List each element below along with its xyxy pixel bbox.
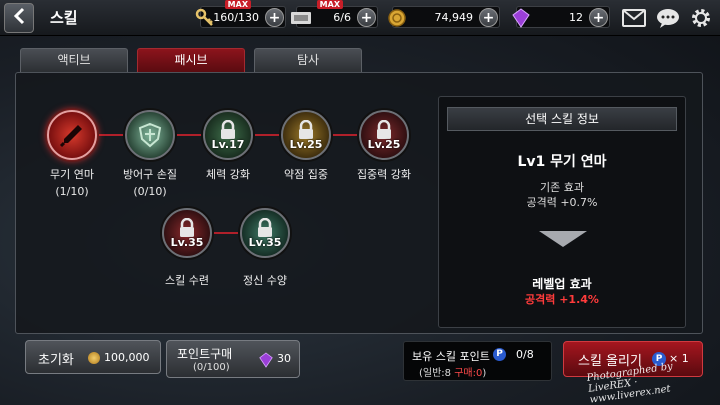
lock-level: Lv.17 [211,137,245,151]
tab-passive-skills[interactable]: 패시브 [137,48,245,72]
ticket-count: 6/6 [333,11,351,24]
current-effect-label: 기존 효과 [540,181,584,194]
sword-icon [59,125,82,148]
skill-icon [125,110,175,160]
key-count: 160/130 [213,11,259,24]
skill-name: 약점 집중 [284,168,328,181]
lock-level: Lv.35 [170,235,204,249]
skill-concentration-boost[interactable]: Lv.25 집중력 강화 [339,110,429,182]
buy-points-button[interactable]: 포인트구매 (0/100) 30 [166,340,300,378]
skill-mental-training[interactable]: Lv.35 정신 수양 [220,208,310,288]
skill-icon: Lv.35 [162,208,212,258]
chevron-left-icon [12,7,26,29]
add-key-button[interactable]: + [265,8,284,27]
lock-icon [180,217,194,237]
max-badge: MAX [224,0,251,9]
skill-level: (0/10) [133,185,167,198]
skill-name: 정신 수양 [243,274,287,287]
skill-name: 무기 연마 [50,168,94,181]
gold-coin-icon [385,6,409,30]
buy-points-count: (0/100) [193,362,230,373]
skill-icon: Lv.17 [203,110,253,160]
skill-level: (1/10) [55,185,89,198]
mail-icon[interactable] [622,6,646,30]
tab-exploration[interactable]: 탐사 [254,48,362,72]
add-gold-button[interactable]: + [479,8,498,27]
selected-skill-info: 선택 스킬 정보 Lv1 무기 연마 기존 효과 공격력 +0.7% 레벨업 효… [438,96,686,328]
skill-armor-care[interactable]: 방어구 손질 (0/10) [105,110,195,198]
skill-name: 스킬 수련 [165,274,209,287]
gem-resource: 12 + [512,6,610,28]
reset-button[interactable]: 초기화 100,000 [25,340,161,374]
skill-skill-training[interactable]: Lv.35 스킬 수련 [142,208,232,288]
owned-points-label: 보유 스킬 포인트 [412,350,490,363]
skill-weak-point-focus[interactable]: Lv.25 약점 집중 [261,110,351,182]
buy-points-label: 포인트구매 [177,347,233,361]
gold-resource: 74,949 + [388,6,500,28]
buy-points-cost: 30 [277,352,291,365]
next-effect-value: 공격력 +1.4% [525,293,599,306]
reset-cost: 100,000 [104,351,150,364]
gold-count: 74,949 [434,11,474,24]
gear-icon[interactable] [689,6,713,30]
chat-icon[interactable] [656,6,680,30]
next-effect-label: 레벨업 효과 [532,277,592,291]
skill-weapon-mastery[interactable]: 무기 연마 (1/10) [27,110,117,198]
lock-level: Lv.25 [367,137,401,151]
back-button[interactable] [4,3,34,33]
lock-icon [299,119,313,139]
gold-coin-icon [88,352,100,364]
purple-gem-icon [509,6,533,30]
purple-gem-icon [259,352,273,372]
tab-active-skills[interactable]: 액티브 [20,48,128,72]
skill-icon: Lv.25 [359,110,409,160]
shield-icon [138,122,162,148]
max-badge: MAX [316,0,343,9]
down-arrow-icon [539,231,587,247]
owned-points-breakdown: (일반:8 구매:0) [419,368,487,379]
add-ticket-button[interactable]: + [357,8,376,27]
lock-level: Lv.35 [248,235,282,249]
lock-icon [258,217,272,237]
skill-icon: Lv.25 [281,110,331,160]
reset-label: 초기화 [38,353,74,368]
ticket-resource: MAX 6/6 + [291,0,378,28]
skill-name: 집중력 강화 [356,168,412,181]
page-title: 스킬 [50,9,78,27]
skill-stamina-boost[interactable]: Lv.17 체력 강화 [183,110,273,182]
info-header: 선택 스킬 정보 [447,107,677,131]
owned-points-count: 0/8 [516,348,534,361]
gem-count: 12 [569,11,583,24]
skill-name: 방어구 손질 [122,168,178,181]
skill-name: 체력 강화 [206,168,250,181]
top-bar: 스킬 MAX 160/130 + MAX 6/6 + 74,949 + 12 + [0,0,720,36]
skill-icon: Lv.35 [240,208,290,258]
current-effect-value: 공격력 +0.7% [526,196,598,209]
add-gem-button[interactable]: + [589,8,608,27]
lock-level: Lv.25 [289,137,323,151]
selected-skill-name: Lv1 무기 연마 [517,154,607,170]
key-resource: MAX 160/130 + [195,0,286,28]
owned-skill-points: 보유 스킬 포인트 P 0/8 (일반:8 구매:0) [403,341,552,381]
skill-icon [47,110,97,160]
lock-icon [377,119,391,139]
ticket-icon [289,6,313,30]
skill-point-icon: P [493,348,506,361]
lock-icon [221,119,235,139]
